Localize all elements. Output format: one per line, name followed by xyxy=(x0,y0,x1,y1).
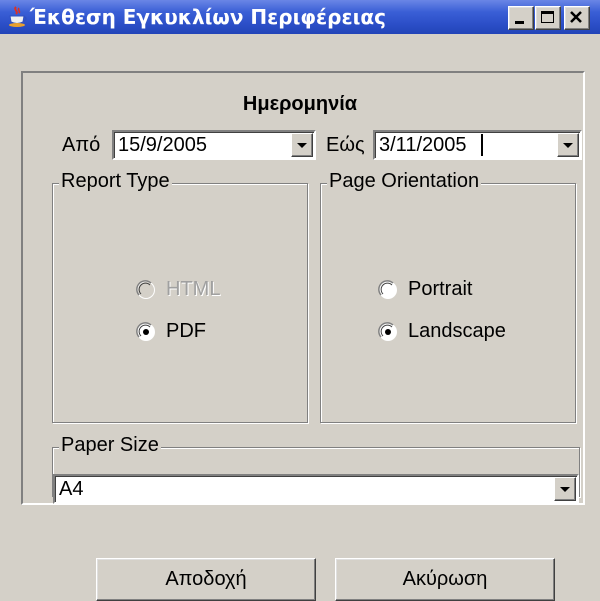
radio-landscape[interactable] xyxy=(378,322,398,342)
to-date-dropdown-button[interactable] xyxy=(557,133,579,157)
to-date-combo[interactable]: 3/11/2005 xyxy=(373,130,582,160)
radio-html[interactable] xyxy=(136,280,156,300)
radio-html-label: HTML xyxy=(166,278,221,300)
page-orientation-title: Page Orientation xyxy=(327,170,482,193)
minimize-icon xyxy=(515,21,524,24)
report-type-group: Report Type xyxy=(52,170,308,423)
radio-pdf-label: PDF xyxy=(166,320,206,342)
window-title: Έκθεση Εγκυκλίων Περιφέρειας xyxy=(30,5,386,29)
paper-size-value: A4 xyxy=(59,478,84,500)
text-caret xyxy=(481,134,483,156)
page-orientation-group: Page Orientation xyxy=(320,170,576,423)
from-date-dropdown-button[interactable] xyxy=(291,133,313,157)
chevron-down-icon xyxy=(560,487,570,492)
paper-size-title: Paper Size xyxy=(59,434,161,457)
dialog-window: Έκθεση Εγκυκλίων Περιφέρειας Ημερομηνία … xyxy=(0,0,600,601)
minimize-button[interactable] xyxy=(508,6,534,30)
radio-portrait-label: Portrait xyxy=(408,278,473,300)
to-date-value: 3/11/2005 xyxy=(379,134,467,156)
paper-size-dropdown-button[interactable] xyxy=(554,477,576,501)
close-button[interactable] xyxy=(564,6,590,30)
java-coffee-cup-icon[interactable] xyxy=(6,6,28,28)
from-label: Από xyxy=(62,134,101,156)
accept-button[interactable]: Αποδοχή xyxy=(96,558,316,601)
paper-size-combo[interactable]: A4 xyxy=(53,474,579,504)
report-type-title: Report Type xyxy=(59,170,172,193)
cancel-button[interactable]: Ακύρωση xyxy=(335,558,555,601)
chevron-down-icon xyxy=(297,143,307,148)
from-date-value: 15/9/2005 xyxy=(118,134,207,156)
maximize-button[interactable] xyxy=(535,6,561,30)
radio-portrait[interactable] xyxy=(378,280,398,300)
close-icon xyxy=(570,11,582,23)
title-bar[interactable]: Έκθεση Εγκυκλίων Περιφέρειας xyxy=(0,0,600,34)
maximize-icon xyxy=(541,11,554,23)
to-label: Εώς xyxy=(326,134,365,156)
date-heading: Ημερομηνία xyxy=(242,93,358,115)
radio-landscape-label: Landscape xyxy=(408,320,506,342)
radio-pdf[interactable] xyxy=(136,322,156,342)
from-date-combo[interactable]: 15/9/2005 xyxy=(112,130,316,160)
chevron-down-icon xyxy=(563,143,573,148)
